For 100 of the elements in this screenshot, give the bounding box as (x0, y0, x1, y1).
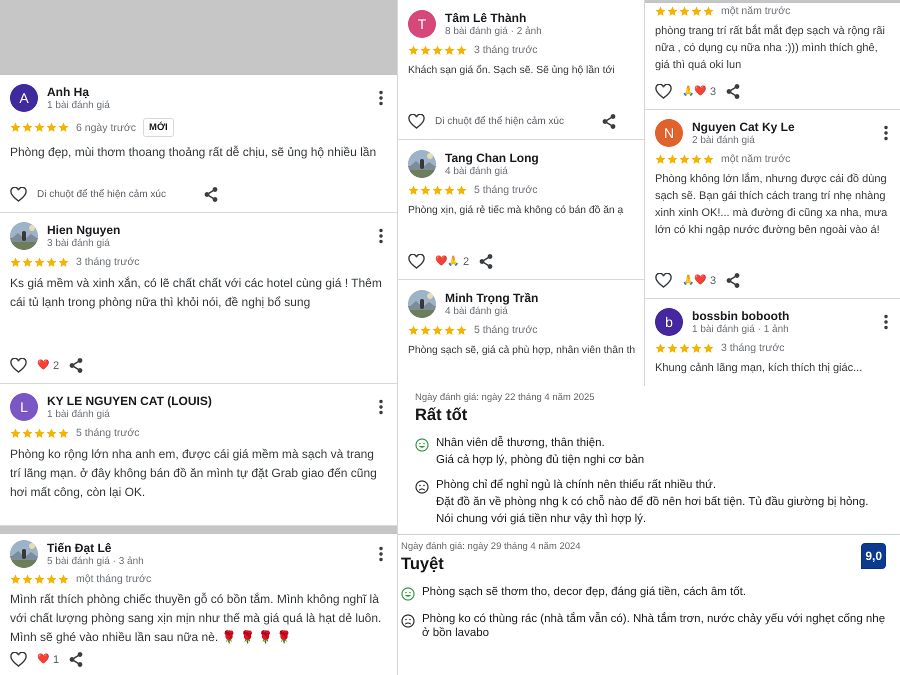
more-menu-icon[interactable] (379, 90, 383, 106)
heart-outline-icon[interactable] (408, 254, 425, 269)
review-point-text: Nhân viên dễ thương, thân thiện. (436, 436, 606, 450)
heart-outline-icon[interactable] (10, 652, 27, 667)
star-icon (432, 184, 443, 196)
more-menu-icon[interactable] (379, 228, 383, 244)
reaction-emojis[interactable]: ❤ (37, 654, 49, 666)
avatar[interactable]: N (655, 119, 683, 147)
star-icon (408, 44, 419, 56)
star-icon (34, 256, 45, 268)
share-icon[interactable] (69, 358, 84, 373)
more-menu-icon[interactable] (884, 314, 888, 330)
review-count: 1 bài đánh giá (47, 100, 111, 111)
star-icon (22, 574, 33, 584)
happy-face-icon (401, 587, 415, 601)
share-icon[interactable] (726, 273, 740, 288)
heart-outline-icon[interactable] (10, 358, 27, 373)
star-icon (22, 122, 33, 133)
review-time: một tháng trước (76, 573, 152, 585)
heart-outline-icon[interactable] (655, 84, 672, 99)
review-point-text: Phòng ko có thùng rác (nhà tắm vẫn có). Nhà tắm trơn, nước chảy yếu với nghẹt cống nhẹ ở bồn lavabo (422, 612, 886, 640)
review-time: 5 tháng trước (474, 184, 538, 196)
review-count: 1 bài đánh giá · 1 ảnh (692, 324, 790, 335)
review-count: 3 bài đánh giá (47, 238, 111, 249)
review-time: 5 tháng trước (76, 427, 140, 439)
star-icon (22, 256, 33, 268)
star-icon (691, 154, 702, 164)
star-icon (432, 324, 443, 336)
star-icon (667, 6, 678, 16)
star-icon (703, 154, 714, 164)
review-time: một năm trước (721, 5, 790, 17)
review-text: Mình rất thích phòng chiếc thuyền gỗ có bồn tắm. Mình không nghĩ là với chất lượng phòng sang xịn mịn như thế mà giá quá là hạt dẻ luôn. Mình sẽ ghé vào nhiều lần sau nữa nè. 🌹 🌹 🌹 🌹 (10, 591, 382, 646)
reaction-count: 2 (53, 360, 60, 372)
star-icon (456, 184, 467, 196)
review-point-text: Phòng chỉ để nghỉ ngủ là chính nên thiếu rất nhiều thứ. (436, 478, 718, 492)
reaction-emojis[interactable]: ❤ (37, 360, 49, 372)
new-badge: MỚI (143, 118, 174, 137)
reviewer-name[interactable]: Nguyen Cat Ky Le (692, 120, 875, 134)
star-icon (655, 342, 666, 354)
share-icon[interactable] (726, 84, 740, 99)
review-time: 6 ngày trước (76, 122, 136, 134)
review-point-text: Giá cả hợp lý, phòng đủ tiện nghi cơ bản (436, 453, 644, 467)
review-date: Ngày đánh giá: ngày 29 tháng 4 năm 2024 (401, 541, 582, 552)
avatar[interactable]: T (408, 10, 436, 38)
star-icon (691, 6, 702, 16)
heart-outline-icon[interactable] (10, 187, 27, 202)
star-icon (691, 342, 702, 354)
reviewer-name[interactable]: bossbin bobooth (692, 309, 875, 323)
star-icon (58, 428, 69, 438)
review-text: phòng trang trí rất bắt mắt đẹp sạch và rộng rãi nữa , có dụng cụ nữa nha :))) mình thích ghê, giá thì quá oki lun (655, 24, 886, 73)
review-text: Phòng không lớn lắm, nhưng được cái đồ dùng sạch sẽ. Bạn gái thích cách trang trí nhẹ nhàng xinh xinh OK!... mà đường đi cũng xa nha, mưa lớn có khi ngập nước đường bên ngoài vào á! (655, 172, 888, 238)
star-icon (46, 428, 57, 438)
review-point-text: Đặt đồ ăn về phòng nhg k có chỗ nào để đồ nên hơi bất tiện. Tủ đầu giường bị hỏng. (436, 495, 868, 509)
star-icon (667, 154, 678, 164)
share-icon[interactable] (602, 114, 616, 129)
share-icon[interactable] (479, 254, 494, 269)
star-icon (34, 574, 45, 584)
star-icon (46, 122, 57, 133)
happy-face-icon (415, 438, 429, 452)
star-icon (703, 342, 714, 354)
reviewer-name[interactable]: Tâm Lê Thành (445, 11, 640, 25)
more-menu-icon[interactable] (884, 125, 888, 141)
star-icon (10, 428, 21, 438)
reviewer-name[interactable]: Hien Nguyen (47, 223, 370, 237)
star-icon (420, 44, 431, 56)
reviewer-name[interactable]: Tiến Đạt Lê (47, 541, 370, 555)
star-icon (420, 184, 431, 196)
star-icon (456, 44, 467, 56)
avatar[interactable]: A (10, 84, 38, 112)
heart-outline-icon[interactable] (408, 114, 425, 129)
sad-face-icon (401, 614, 415, 628)
reviewer-name[interactable]: Anh Hạ (47, 85, 370, 99)
review-count: 1 bài đánh giá (47, 409, 111, 420)
heart-outline-icon[interactable] (655, 273, 672, 288)
review-title: Tuyệt (401, 555, 445, 574)
avatar[interactable]: b (655, 308, 683, 336)
star-icon (58, 122, 69, 133)
star-icon (444, 184, 455, 196)
reviewer-name[interactable]: Minh Trọng Trần (445, 291, 640, 305)
star-icon (679, 6, 690, 16)
star-icon (444, 324, 455, 336)
star-icon (408, 324, 419, 336)
star-icon (432, 44, 443, 56)
reaction-hint: Di chuột để thể hiện cảm xúc (37, 189, 166, 200)
star-icon (10, 122, 21, 133)
share-icon[interactable] (69, 652, 84, 667)
reviewer-name[interactable]: Tang Chan Long (445, 151, 640, 165)
reviewer-name[interactable]: KY LE NGUYEN CAT (LOUIS) (47, 394, 370, 408)
more-menu-icon[interactable] (379, 399, 383, 415)
avatar[interactable]: L (10, 393, 38, 421)
review-count: 4 bài đánh giá (445, 306, 509, 317)
review-time: 3 tháng trước (76, 256, 140, 268)
star-icon (667, 342, 678, 354)
star-icon (22, 428, 33, 438)
more-menu-icon[interactable] (379, 546, 383, 562)
share-icon[interactable] (204, 187, 218, 202)
review-time: 3 tháng trước (721, 342, 785, 354)
review-text: Phòng đẹp, mùi thơm thoang thoảng rất dễ chịu, sẽ ủng hộ nhiều lần (10, 144, 378, 161)
review-text: Ks giá mềm và xinh xắn, có lẽ chất chất với các hotel cùng giá ! Thêm cái tủ lạnh trong phòng nữa thì khỏi nói, đề nghị bổ sung (10, 275, 383, 311)
review-time: 5 tháng trước (474, 324, 538, 336)
